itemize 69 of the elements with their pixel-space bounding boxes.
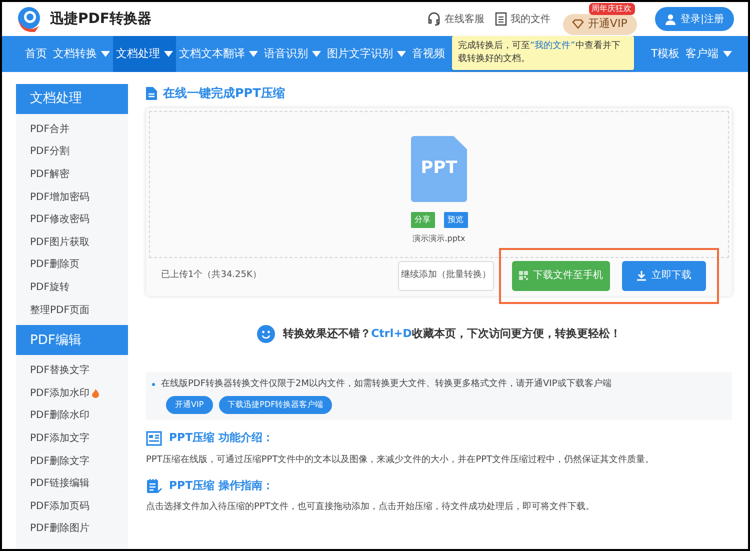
header-link[interactable]: 在线客服 [426, 12, 485, 26]
sidebar-link[interactable]: PDF链接编辑 [30, 476, 90, 492]
bookmark-tip: 转换效果还不错？Ctrl+D收藏本页，下次访问更方便，转换更轻松！ [283, 326, 621, 342]
caret-icon [101, 51, 110, 57]
sidebar-link[interactable]: PDF分割 [30, 144, 70, 160]
sidebar-link[interactable]: PDF添加页码 [30, 498, 90, 514]
logo-text: 迅捷PDF转换器 [50, 10, 152, 28]
nav-tab[interactable]: 文档转换 [50, 36, 113, 72]
diamond-icon [572, 19, 584, 29]
promo-badge: 周年庆狂欢 [588, 2, 635, 14]
section-text: PPT压缩在线版，可通过压缩PPT文件中的文本以及图像，来减少文件的大小，并在PPT文件压缩过程中，仍然保证其文件质量。 [146, 454, 656, 466]
nav-tab[interactable]: 首页 [22, 36, 50, 72]
sidebar-link[interactable]: PDF删除页 [30, 257, 80, 272]
nav-tab[interactable]: 客户端 [682, 36, 735, 72]
sidebar-link[interactable]: PDF修改密码 [30, 212, 90, 228]
add-more-button[interactable]: 继续添加（批量转换） [398, 260, 494, 290]
nav-tab[interactable]: 语音识别 [261, 36, 324, 72]
sidebar-link[interactable]: PDF旋转 [30, 280, 70, 295]
sidebar-link[interactable]: PDF删除文字 [30, 454, 90, 469]
sidebar-link[interactable]: PDF替换文字 [30, 363, 90, 378]
caret-icon [397, 51, 406, 57]
ppt-file-icon: PPT [411, 136, 467, 202]
section-heading: PPT压缩 操作指南： [169, 478, 274, 494]
notice-text: 在线版PDF转换器转换文件仅限于2M以内文件，如需转换更大文件、转换更多格式文件，请开通VIP或下载客户端 [161, 378, 612, 391]
caret-icon [164, 51, 173, 57]
document-icon [146, 86, 157, 100]
notice-button[interactable]: 开通VIP [166, 396, 213, 414]
sidebar-link[interactable]: PDF添加文字 [30, 430, 90, 446]
nav-tab[interactable]: 文档处理 [113, 36, 176, 72]
qr-code-icon [519, 271, 528, 280]
sidebar-link[interactable]: PDF合并 [30, 122, 70, 137]
smiley-icon [257, 325, 276, 343]
document-icon [494, 12, 507, 26]
user-icon [664, 14, 676, 24]
section-text: 点击选择文件加入待压缩的PPT文件，也可直接拖动添加，点击开始压缩，待文件成功处理后，即可将文件下载。 [146, 501, 596, 514]
upload-count: 已上传1个（共34.25K） [161, 268, 262, 282]
preview-button[interactable]: 预览 [444, 212, 468, 228]
sidebar-link[interactable]: PDF图片获取 [30, 234, 90, 250]
file-name: 演示演示.pptx [412, 233, 466, 245]
tooltip: 完成转换后，可至“我的文件”中查看并下载转换好的文档。 [452, 36, 634, 70]
caret-icon [312, 51, 321, 57]
caret-icon [722, 51, 732, 57]
sidebar-link[interactable]: 整理PDF页面 [30, 302, 90, 318]
section-heading: PPT压缩 功能介绍： [169, 430, 274, 446]
nav-tab[interactable]: 音视频 [409, 36, 448, 72]
nav-tab[interactable]: T模板 [648, 36, 683, 72]
sidebar-link[interactable]: PDF添加水印 [30, 386, 100, 401]
caret-icon [249, 51, 258, 57]
sidebar-link[interactable]: PDF增加密码 [30, 190, 90, 205]
headset-icon [426, 12, 441, 26]
login-button[interactable]: 登录|注册 [654, 7, 734, 31]
sidebar-heading: PDF编辑 [16, 325, 128, 356]
newspaper-icon [146, 431, 162, 446]
flame-icon [92, 388, 100, 398]
sidebar-link[interactable]: PDF删除图片 [30, 521, 90, 536]
sidebar-link[interactable]: PDF解密 [30, 166, 70, 182]
download-now-button[interactable]: 立即下载 [622, 260, 706, 290]
logo-icon [16, 6, 42, 32]
sidebar-link[interactable]: PDF删除水印 [30, 408, 90, 424]
vip-button[interactable]: 开通VIP [562, 14, 637, 34]
download-icon [636, 270, 646, 280]
notepad-icon [146, 478, 162, 494]
bullet-icon [152, 383, 155, 386]
header-link[interactable]: 我的文件 [494, 12, 551, 26]
tool-title: 在线一键完成PPT压缩 [163, 85, 285, 102]
nav-tab[interactable]: 图片文字识别 [324, 36, 409, 72]
notice-button[interactable]: 下载迅捷PDF转换器客户端 [218, 396, 332, 414]
sidebar-heading: 文档处理 [16, 84, 128, 114]
nav-tab[interactable]: 文档文本翻译 [176, 36, 261, 72]
